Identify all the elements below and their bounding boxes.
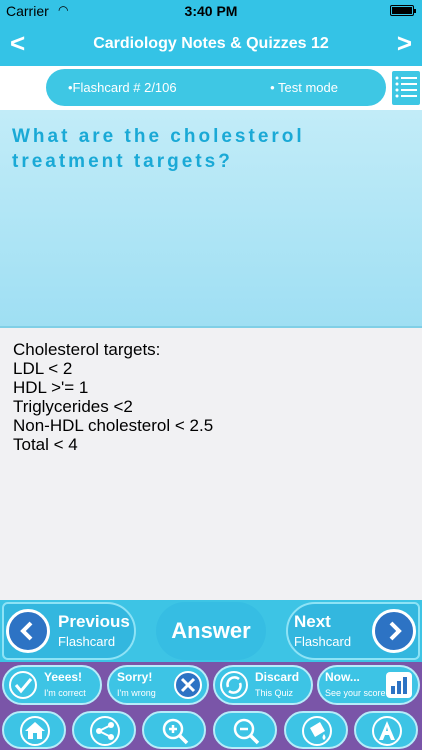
answer-panel: Cholesterol targets: LDL < 2 HDL >'= 1 T… xyxy=(0,328,422,600)
page-title: Cardiology Notes & Quizzes 12 xyxy=(93,35,329,52)
zoom-in-icon xyxy=(162,718,189,745)
status-bar: Carrier ◠ 3:40 PM xyxy=(0,0,422,22)
cross-icon xyxy=(174,671,202,699)
previous-sublabel: Flashcard xyxy=(58,634,116,649)
font-icon xyxy=(372,716,402,746)
score-sublabel: See your score xyxy=(325,688,386,698)
answer-line: Cholesterol targets: xyxy=(13,340,161,359)
question-panel: What are the cholesterol treatment targe… xyxy=(0,110,422,326)
clock: 3:40 PM xyxy=(184,3,238,19)
discard-sublabel: This Quiz xyxy=(255,688,294,698)
correct-sublabel: I'm correct xyxy=(44,688,86,698)
zoom-out-button[interactable] xyxy=(213,711,277,749)
answer-button[interactable]: Answer xyxy=(156,602,266,660)
discard-quiz-button[interactable]: Discard This Quiz xyxy=(213,665,313,705)
chevron-right-icon xyxy=(372,609,416,653)
battery-icon xyxy=(390,5,416,16)
toolbar xyxy=(0,708,422,750)
main-controls: Previous Flashcard Answer Next Flashcard xyxy=(0,600,422,662)
flashcard-info-pill: •Flashcard # 2/106 • Test mode xyxy=(46,69,386,106)
wrong-label: Sorry! xyxy=(117,670,153,684)
see-score-button[interactable]: Now... See your score xyxy=(317,665,420,705)
navigation-bar: < Cardiology Notes & Quizzes 12 > xyxy=(0,22,422,66)
zoom-out-icon xyxy=(233,718,260,745)
share-icon xyxy=(90,716,120,746)
answer-line: Total < 4 xyxy=(13,435,78,454)
flashcard-counter: •Flashcard # 2/106 xyxy=(68,80,177,95)
answer-line: Triglycerides <2 xyxy=(13,397,133,416)
share-button[interactable] xyxy=(72,711,136,749)
next-flashcard-button[interactable]: Next Flashcard xyxy=(286,602,420,660)
wrong-button[interactable]: Sorry! I'm wrong xyxy=(107,665,209,705)
next-sublabel: Flashcard xyxy=(294,634,352,649)
forward-button[interactable]: > xyxy=(397,28,412,59)
previous-label: Previous xyxy=(58,612,130,631)
checkmark-icon xyxy=(9,671,37,699)
font-size-button[interactable] xyxy=(354,711,418,749)
correct-label: Yeees! xyxy=(44,670,83,684)
back-button[interactable]: < xyxy=(10,28,25,59)
bar-chart-icon xyxy=(386,672,412,698)
list-icon[interactable] xyxy=(390,69,422,107)
zoom-in-button[interactable] xyxy=(142,711,206,749)
home-button[interactable] xyxy=(2,711,66,749)
paint-bucket-button[interactable] xyxy=(284,711,348,749)
answer-line: HDL >'= 1 xyxy=(13,378,89,397)
previous-flashcard-button[interactable]: Previous Flashcard xyxy=(2,602,136,660)
answer-line: Non-HDL cholesterol < 2.5 xyxy=(13,416,214,435)
bucket-icon xyxy=(302,716,332,746)
chevron-left-icon xyxy=(6,609,50,653)
score-label: Now... xyxy=(325,670,360,684)
score-row: Yeees! I'm correct Sorry! I'm wrong Disc… xyxy=(0,662,422,708)
wrong-sublabel: I'm wrong xyxy=(117,688,156,698)
answer-line: LDL < 2 xyxy=(13,359,73,378)
flashcard-info-strip: •Flashcard # 2/106 • Test mode xyxy=(0,66,422,110)
discard-label: Discard xyxy=(255,670,300,684)
recycle-icon xyxy=(220,671,248,699)
test-mode-label: • Test mode xyxy=(270,80,338,95)
home-icon xyxy=(20,716,50,746)
question-text: What are the cholesterol treatment targe… xyxy=(12,126,305,172)
next-label: Next xyxy=(294,612,331,631)
correct-button[interactable]: Yeees! I'm correct xyxy=(2,665,102,705)
